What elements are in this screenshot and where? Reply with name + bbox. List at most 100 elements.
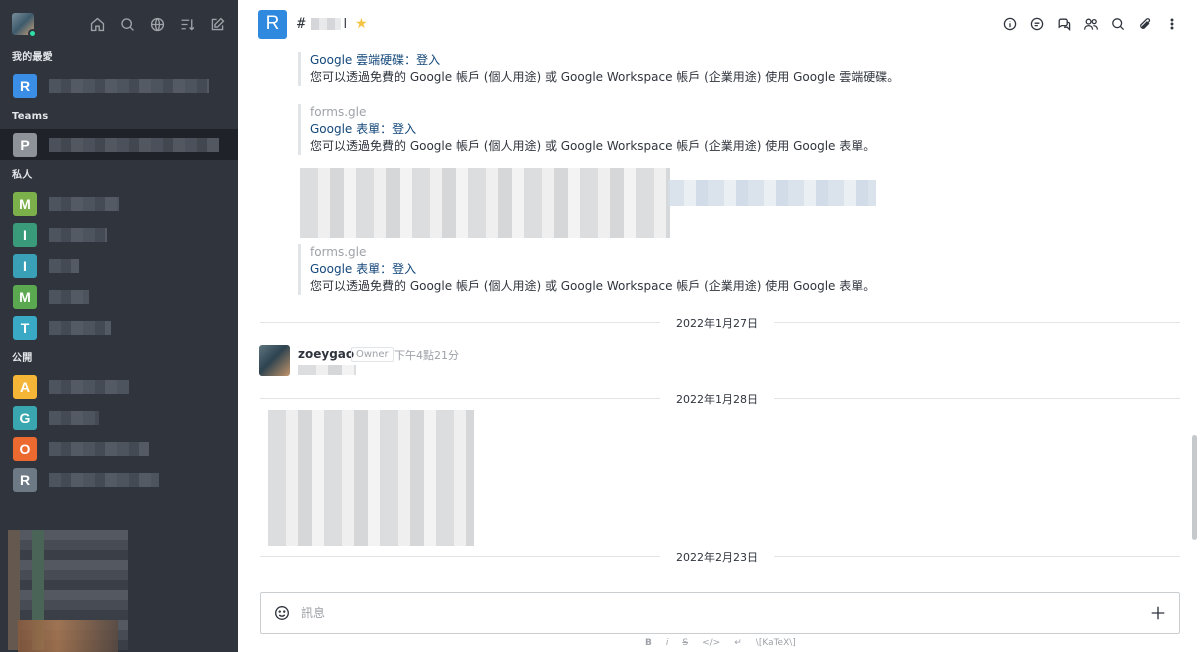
role-badge: Owner	[351, 347, 394, 362]
room-letter-avatar: A	[13, 374, 37, 399]
sidebar-item-private-room[interactable]: T	[0, 312, 238, 343]
create-new-icon[interactable]	[209, 16, 226, 33]
emoji-icon[interactable]	[273, 604, 291, 622]
redacted-message-content	[300, 168, 670, 238]
section-private: 私人	[12, 170, 33, 181]
section-favorites: 我的最愛	[12, 52, 53, 63]
favorite-star-icon[interactable]: ★	[355, 16, 368, 32]
add-plus-icon[interactable]	[1149, 604, 1167, 622]
code-button[interactable]: </>	[702, 638, 720, 648]
link-preview-domain: forms.gle	[310, 105, 367, 119]
link-preview-title[interactable]: Google 雲端硬碟：登入	[310, 52, 899, 69]
sidebar-item-team-room[interactable]: P	[0, 129, 238, 160]
multiline-icon[interactable]: ↵	[734, 638, 742, 648]
link-preview-description: 您可以透過免費的 Google 帳戶 (個人用途) 或 Google Works…	[310, 70, 900, 84]
link-preview[interactable]: forms.gle Google 表單：登入 您可以透過免費的 Google 帳…	[298, 244, 875, 295]
redacted-room-name	[49, 137, 219, 152]
sidebar-item-private-room[interactable]: M	[0, 281, 238, 312]
section-teams: Teams	[12, 111, 49, 122]
link-preview-title[interactable]: Google 表單：登入	[310, 121, 875, 138]
redacted-message-content	[268, 410, 474, 546]
redacted-room-name	[49, 379, 129, 394]
sidebar-toolbar	[89, 16, 226, 33]
strike-button[interactable]: S	[682, 638, 688, 648]
date-divider: 2022年1月27日	[260, 315, 1180, 331]
redacted-room-name	[49, 320, 111, 335]
room-avatar: R	[258, 9, 287, 39]
message-time: 下午4點21分	[394, 349, 459, 362]
katex-button[interactable]: \[KaTeX\]	[756, 638, 796, 648]
room-letter-avatar: I	[13, 222, 37, 247]
room-letter-avatar: R	[13, 467, 37, 492]
redacted-room-name	[49, 441, 149, 456]
section-public: 公開	[12, 353, 33, 364]
discussion-icon[interactable]	[1056, 16, 1072, 32]
italic-button[interactable]: i	[666, 638, 669, 648]
room-header: R # l ★	[238, 0, 1200, 48]
redacted-room-name	[49, 258, 79, 273]
sidebar-item-public-room[interactable]: R	[0, 464, 238, 495]
directory-globe-icon[interactable]	[149, 16, 166, 33]
room-letter-avatar: P	[13, 132, 37, 157]
link-preview[interactable]: Google 雲端硬碟：登入 您可以透過免費的 Google 帳戶 (個人用途)…	[298, 52, 899, 86]
redacted-room-name	[49, 227, 107, 242]
sidebar-item-public-room[interactable]: O	[0, 433, 238, 464]
redacted-room-name	[49, 289, 89, 304]
sidebar-item-private-room[interactable]: I	[0, 250, 238, 281]
message-input[interactable]	[301, 606, 1149, 620]
user-avatar[interactable]	[12, 13, 37, 38]
sidebar-item-favorite-room[interactable]: R	[0, 70, 238, 101]
sort-icon[interactable]	[179, 16, 196, 33]
redacted-room-name	[49, 410, 99, 425]
info-icon[interactable]	[1002, 16, 1018, 32]
members-icon[interactable]	[1083, 16, 1099, 32]
home-icon[interactable]	[89, 16, 106, 33]
sidebar: 我的最愛 R Teams P 私人 M I I M T 公開 A G O R	[0, 0, 238, 652]
redacted-room-name	[49, 78, 209, 93]
sidebar-item-public-room[interactable]: A	[0, 371, 238, 402]
room-letter-avatar: T	[13, 315, 37, 340]
message-composer	[260, 592, 1180, 634]
room-letter-avatar: M	[13, 284, 37, 309]
link-preview[interactable]: forms.gle Google 表單：登入 您可以透過免費的 Google 帳…	[298, 104, 875, 155]
message-list[interactable]: Google 雲端硬碟：登入 您可以透過免費的 Google 帳戶 (個人用途)…	[238, 48, 1180, 580]
kebab-menu-icon[interactable]	[1164, 16, 1180, 32]
date-divider: 2022年1月28日	[260, 391, 1180, 407]
message-scrollbar[interactable]	[1192, 435, 1197, 540]
sidebar-item-private-room[interactable]: M	[0, 188, 238, 219]
room-letter-avatar: I	[13, 253, 37, 278]
date-divider-label: 2022年1月28日	[660, 391, 774, 407]
header-toolbar	[1002, 16, 1180, 32]
room-letter-avatar: M	[13, 191, 37, 216]
search-icon[interactable]	[119, 16, 136, 33]
room-letter-avatar: G	[13, 405, 37, 430]
room-title: l	[343, 16, 348, 32]
attachments-clip-icon[interactable]	[1137, 16, 1153, 32]
formatting-toolbar: B i S </> ↵ \[KaTeX\]	[645, 638, 796, 648]
redacted-sidebar-area	[18, 620, 118, 652]
online-status-dot	[28, 29, 37, 38]
date-divider: 2022年2月23日	[260, 549, 1180, 565]
sidebar-header	[0, 0, 238, 48]
link-preview-description: 您可以透過免費的 Google 帳戶 (個人用途) 或 Google Works…	[310, 279, 876, 293]
author-avatar[interactable]	[259, 345, 290, 376]
sidebar-item-private-room[interactable]: I	[0, 219, 238, 250]
sidebar-item-public-room[interactable]: G	[0, 402, 238, 433]
link-preview-domain: forms.gle	[310, 245, 367, 259]
date-divider-label: 2022年1月27日	[660, 315, 774, 331]
room-letter-avatar: R	[13, 73, 37, 98]
link-preview-description: 您可以透過免費的 Google 帳戶 (個人用途) 或 Google Works…	[310, 139, 876, 153]
room-letter-avatar: O	[13, 436, 37, 461]
link-preview-title[interactable]: Google 表單：登入	[310, 261, 875, 278]
search-messages-icon[interactable]	[1110, 16, 1126, 32]
threads-icon[interactable]	[1029, 16, 1045, 32]
channel-hash-icon: #	[297, 16, 306, 32]
date-divider-label: 2022年2月23日	[660, 549, 774, 565]
redacted-room-title	[311, 18, 342, 30]
redacted-room-name	[49, 472, 159, 487]
redacted-link	[668, 180, 876, 206]
redacted-message-content	[298, 365, 356, 375]
bold-button[interactable]: B	[645, 638, 652, 648]
author-username[interactable]: zoeygao	[298, 347, 354, 361]
redacted-room-name	[49, 196, 119, 211]
